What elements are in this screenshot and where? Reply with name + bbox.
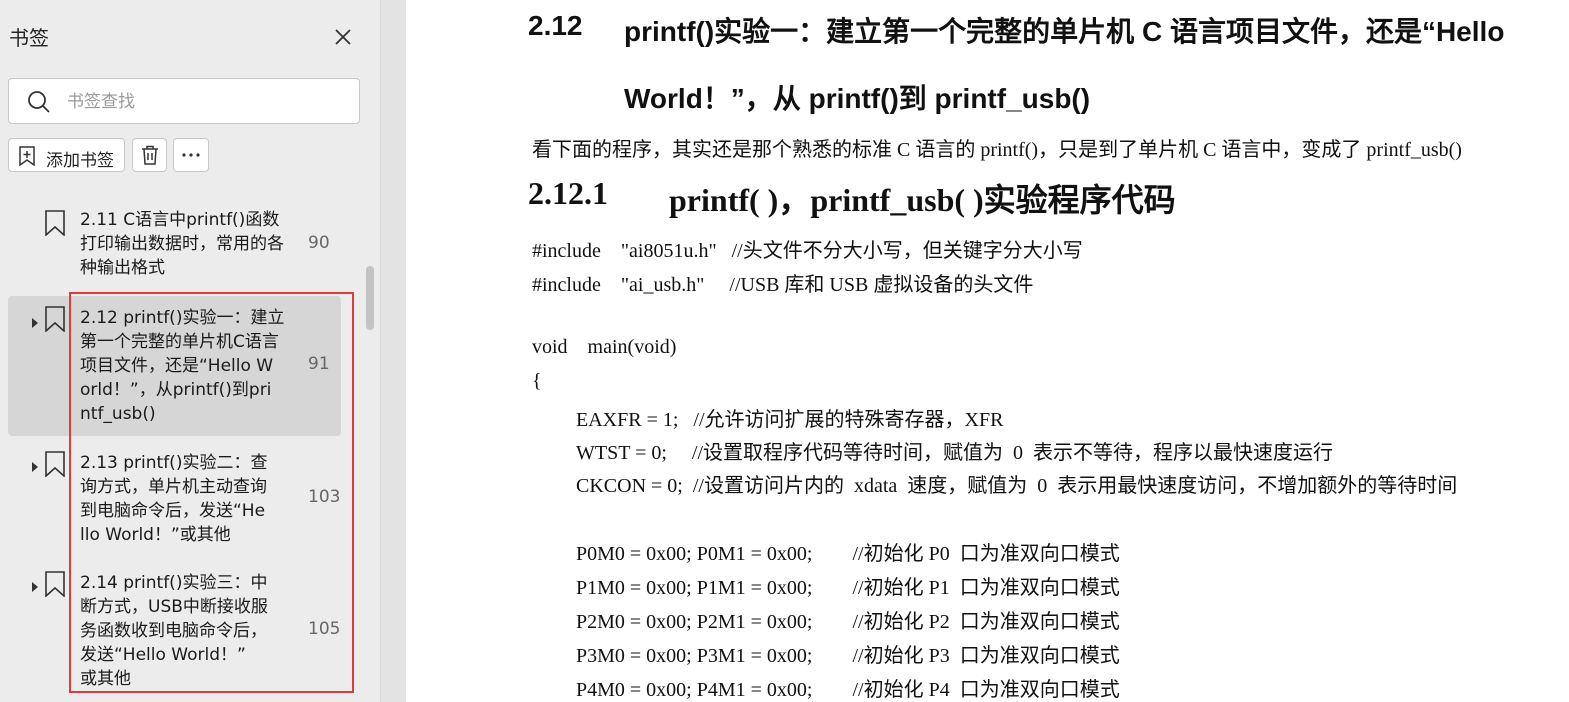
more-icon [180, 144, 202, 166]
bookmark-icon [44, 210, 66, 237]
bookmark-page: 91 [308, 354, 330, 374]
bookmark-item[interactable]: 2.13 printf()实验二：查 询方式，单片机主动查询 到电脑命令后，发送… [8, 444, 341, 560]
bookmark-icon [44, 306, 66, 333]
bookmark-label: 2.11 C语言中printf()函数 打印输出数据时，常用的各 种输出格式 [80, 210, 284, 278]
sidebar-scrollbar[interactable] [366, 266, 374, 330]
bookmark-label: 2.13 printf()实验二：查 询方式，单片机主动查询 到电脑命令后，发送… [80, 453, 268, 545]
bookmark-label: 2.14 printf()实验三：中 断方式，USB中断接收服 务函数收到电脑命… [80, 573, 268, 689]
code-line: P2M0 = 0x00; P2M1 = 0x00; //初始化 P2 口为准双向… [576, 611, 1120, 633]
close-icon[interactable] [330, 24, 356, 50]
code-line: WTST = 0; //设置取程序代码等待时间，赋值为 0 表示不等待，程序以最… [576, 442, 1334, 464]
add-bookmark-button[interactable]: 添加书签 [8, 138, 125, 172]
panel-title: 书签 [9, 26, 49, 50]
expand-arrow-icon[interactable] [30, 314, 40, 328]
code-line: P0M0 = 0x00; P0M1 = 0x00; //初始化 P0 口为准双向… [576, 543, 1120, 565]
bookmark-label: 2.12 printf()实验一：建立 第一个完整的单片机C语言 项目文件，还是… [80, 308, 285, 424]
code-line: CKCON = 0; //设置访问片内的 xdata 速度，赋值为 0 表示用最… [576, 475, 1458, 497]
intro-paragraph: 看下面的程序，其实还是那个熟悉的标准 C 语言的 printf()，只是到了单片… [532, 139, 1462, 161]
panel-splitter[interactable] [380, 0, 406, 702]
subsection-number: 2.12.1 [528, 175, 608, 211]
search-icon [27, 90, 51, 114]
code-line: #include "ai_usb.h" //USB 库和 USB 虚拟设备的头文… [532, 274, 1034, 296]
section-title-line2: World！”，从 printf()到 printf_usb() [624, 83, 1091, 114]
bookmark-icon [44, 571, 66, 598]
code-line: P1M0 = 0x00; P1M1 = 0x00; //初始化 P1 口为准双向… [576, 577, 1120, 599]
bookmark-item-selected[interactable]: 2.12 printf()实验一：建立 第一个完整的单片机C语言 项目文件，还是… [8, 296, 341, 436]
more-options-button[interactable] [173, 138, 209, 172]
code-line: P4M0 = 0x00; P4M1 = 0x00; //初始化 P4 口为准双向… [576, 679, 1120, 701]
delete-bookmark-button[interactable] [132, 138, 167, 172]
expand-arrow-icon[interactable] [30, 458, 40, 472]
bookmark-item[interactable]: 2.11 C语言中printf()函数 打印输出数据时，常用的各 种输出格式 9… [8, 204, 341, 288]
trash-icon [139, 144, 161, 166]
bookmark-panel: 书签 添加书签 2.11 C语言中printf()函数 打印输出数据时，常用的各… [0, 0, 380, 702]
code-line: { [532, 370, 542, 392]
bookmark-page: 90 [308, 233, 330, 253]
code-line: void main(void) [532, 336, 677, 358]
code-line: #include "ai8051u.h" //头文件不分大小写，但关键字分大小写 [532, 240, 1083, 262]
search-input[interactable] [65, 87, 349, 117]
document-page: 2.12 printf()实验一：建立第一个完整的单片机 C 语言项目文件，还是… [406, 0, 1569, 702]
bookmark-page: 103 [308, 487, 341, 507]
add-bookmark-icon [17, 146, 37, 167]
bookmark-icon [44, 451, 66, 478]
section-title-line1: printf()实验一：建立第一个完整的单片机 C 语言项目文件，还是“Hell… [624, 16, 1505, 47]
bookmark-item[interactable]: 2.14 printf()实验三：中 断方式，USB中断接收服 务函数收到电脑命… [8, 564, 341, 694]
add-bookmark-label: 添加书签 [46, 151, 114, 171]
code-line: P3M0 = 0x00; P3M1 = 0x00; //初始化 P3 口为准双向… [576, 645, 1120, 667]
expand-arrow-icon[interactable] [30, 578, 40, 592]
code-line: EAXFR = 1; //允许访问扩展的特殊寄存器，XFR [576, 409, 1004, 431]
bookmark-search[interactable] [8, 78, 360, 124]
bookmark-page: 105 [308, 619, 341, 639]
section-number: 2.12 [528, 10, 583, 41]
subsection-title: printf( )，printf_usb( )实验程序代码 [669, 182, 1176, 218]
